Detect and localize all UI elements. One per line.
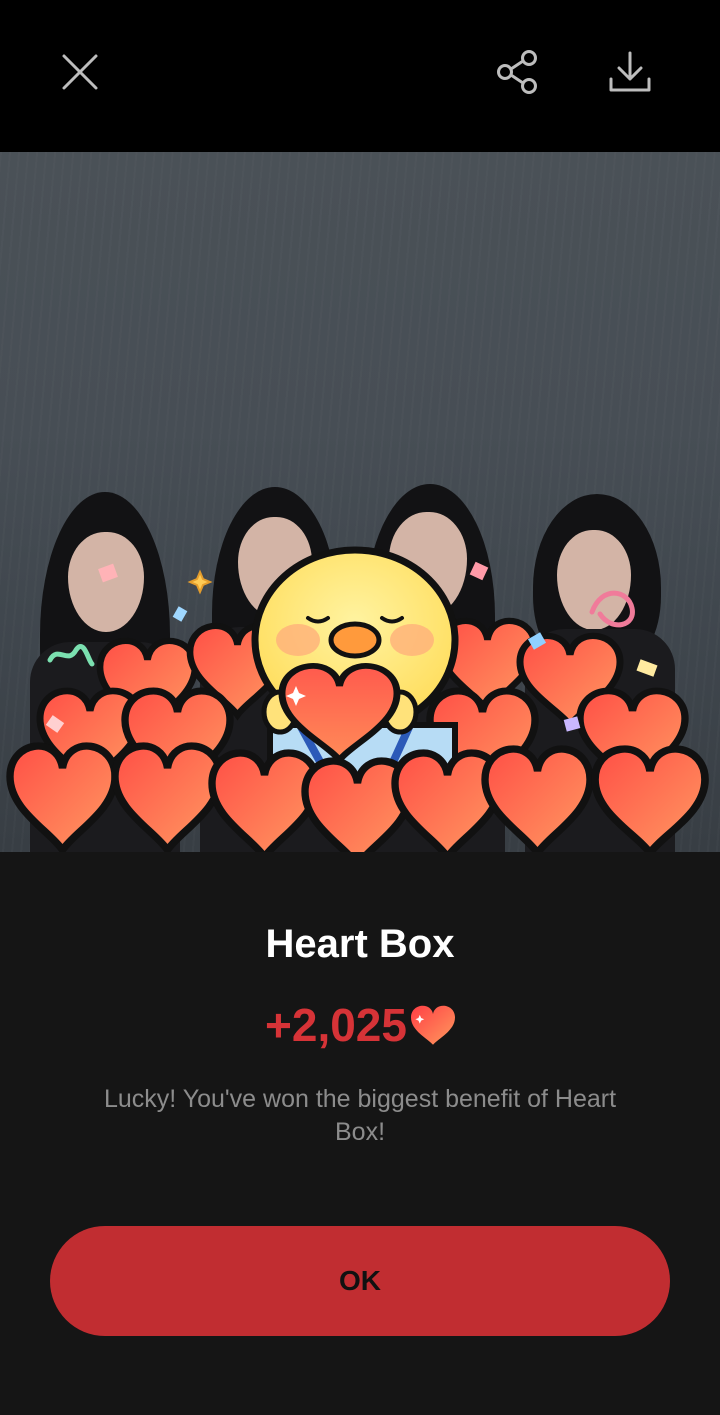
ok-button[interactable]: OK bbox=[50, 1226, 670, 1336]
reward-amount: +2,025 bbox=[265, 999, 407, 1051]
heart-icon bbox=[410, 1005, 455, 1045]
download-button[interactable] bbox=[600, 42, 660, 102]
share-icon bbox=[497, 50, 537, 94]
top-bar bbox=[0, 0, 720, 152]
reward-title: Heart Box bbox=[265, 922, 455, 966]
ok-button-label: OK bbox=[339, 1265, 381, 1296]
share-button[interactable] bbox=[488, 42, 548, 102]
close-button[interactable] bbox=[50, 42, 110, 102]
reward-message: Lucky! You've won the biggest benefit of… bbox=[103, 1085, 617, 1146]
heart-box-illustration bbox=[0, 546, 720, 900]
download-icon bbox=[609, 51, 651, 92]
reward-amount-row: +2,025 bbox=[0, 998, 720, 1052]
close-icon bbox=[62, 54, 98, 90]
heart-box-screen: Heart Box +2,025 Lucky! You've won the b… bbox=[0, 0, 720, 1415]
